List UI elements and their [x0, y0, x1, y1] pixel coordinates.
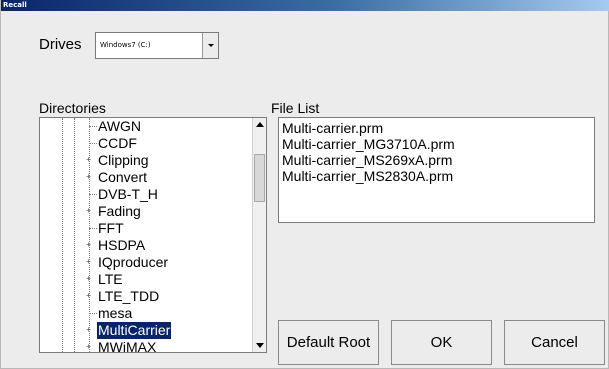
default-root-button[interactable]: Default Root	[278, 320, 379, 365]
ok-button[interactable]: OK	[391, 320, 492, 365]
directory-item[interactable]: + MWiMAX	[40, 339, 252, 353]
file-list-box[interactable]: Multi-carrier.prm Multi-carrier_MG3710A.p…	[278, 117, 595, 223]
directory-item[interactable]: + LTE	[40, 271, 252, 288]
directory-item-label: Convert	[98, 169, 148, 185]
directory-item-label: AWGN	[98, 118, 142, 134]
plus-expander-icon[interactable]: +	[85, 292, 92, 300]
drives-dropdown[interactable]: Windows7 (C:)	[95, 32, 219, 59]
plus-expander-icon[interactable]: +	[85, 326, 92, 334]
file-list-label: File List	[271, 100, 320, 116]
directory-item[interactable]: + Fading	[40, 203, 252, 220]
drives-label: Drives	[39, 36, 82, 53]
tree-branch-line	[89, 143, 97, 144]
plus-expander-icon[interactable]: +	[85, 173, 92, 181]
scrollbar-thumb[interactable]	[254, 154, 265, 202]
scroll-up-arrow-icon[interactable]	[256, 122, 264, 127]
directory-item[interactable]: + LTE_TDD	[40, 288, 252, 305]
file-list-item[interactable]: Multi-carrier_MS269xA.prm	[282, 152, 452, 168]
plus-expander-icon[interactable]: +	[85, 275, 92, 283]
directory-item[interactable]: DVB-T_H	[40, 186, 252, 203]
directory-item[interactable]: CCDF	[40, 135, 252, 152]
directory-item-label: mesa	[98, 305, 133, 321]
title-bar[interactable]: Recall	[1, 0, 609, 11]
tree-branch-line	[89, 194, 97, 195]
directory-item[interactable]: mesa	[40, 305, 252, 322]
directory-item[interactable]: + IQproducer	[40, 254, 252, 271]
directory-item-label: CCDF	[98, 135, 137, 151]
plus-expander-icon[interactable]: +	[85, 258, 92, 266]
directory-item[interactable]: + Convert	[40, 169, 252, 186]
chevron-down-icon	[208, 44, 214, 47]
directory-item-label: Fading	[98, 203, 141, 219]
window-title: Recall	[3, 1, 27, 9]
directory-item-label: HSDPA	[98, 237, 146, 253]
plus-expander-icon[interactable]: +	[85, 241, 92, 249]
recall-dialog: Recall Drives Windows7 (C:) Directories …	[0, 0, 609, 369]
plus-expander-icon[interactable]: +	[85, 156, 92, 164]
drives-selected-value: Windows7 (C:)	[100, 41, 151, 49]
directory-item-label: IQproducer	[98, 254, 169, 270]
directory-item[interactable]: + Clipping	[40, 152, 252, 169]
drives-dropdown-button[interactable]	[202, 33, 218, 58]
tree-branch-line	[89, 228, 97, 229]
directories-label: Directories	[39, 100, 106, 116]
tree-branch-line	[89, 313, 97, 314]
file-list-item[interactable]: Multi-carrier.prm	[282, 120, 383, 136]
plus-expander-icon[interactable]: +	[85, 343, 92, 351]
file-list-item[interactable]: Multi-carrier_MG3710A.prm	[282, 136, 455, 152]
directory-item-label: MultiCarrier	[97, 322, 172, 339]
directory-item-label: FFT	[98, 220, 124, 236]
directories-tree[interactable]: AWGN CCDF + Clipping + Convert DVB-T_H + Fading F…	[39, 117, 267, 353]
directories-scrollbar[interactable]	[252, 118, 266, 352]
directory-item[interactable]: + MultiCarrier	[40, 322, 252, 339]
directory-item-label: LTE_TDD	[98, 288, 160, 304]
directory-item-label: MWiMAX	[98, 339, 157, 353]
directory-item-label: DVB-T_H	[98, 186, 158, 202]
directory-item-label: Clipping	[98, 152, 149, 168]
cancel-button[interactable]: Cancel	[504, 320, 605, 365]
directory-item[interactable]: + HSDPA	[40, 237, 252, 254]
scroll-down-arrow-icon[interactable]	[256, 343, 264, 348]
directory-item[interactable]: FFT	[40, 220, 252, 237]
plus-expander-icon[interactable]: +	[85, 207, 92, 215]
directory-item[interactable]: AWGN	[40, 118, 252, 135]
file-list-item[interactable]: Multi-carrier_MS2830A.prm	[282, 168, 453, 184]
tree-branch-line	[89, 126, 97, 127]
directory-item-label: LTE	[98, 271, 123, 287]
